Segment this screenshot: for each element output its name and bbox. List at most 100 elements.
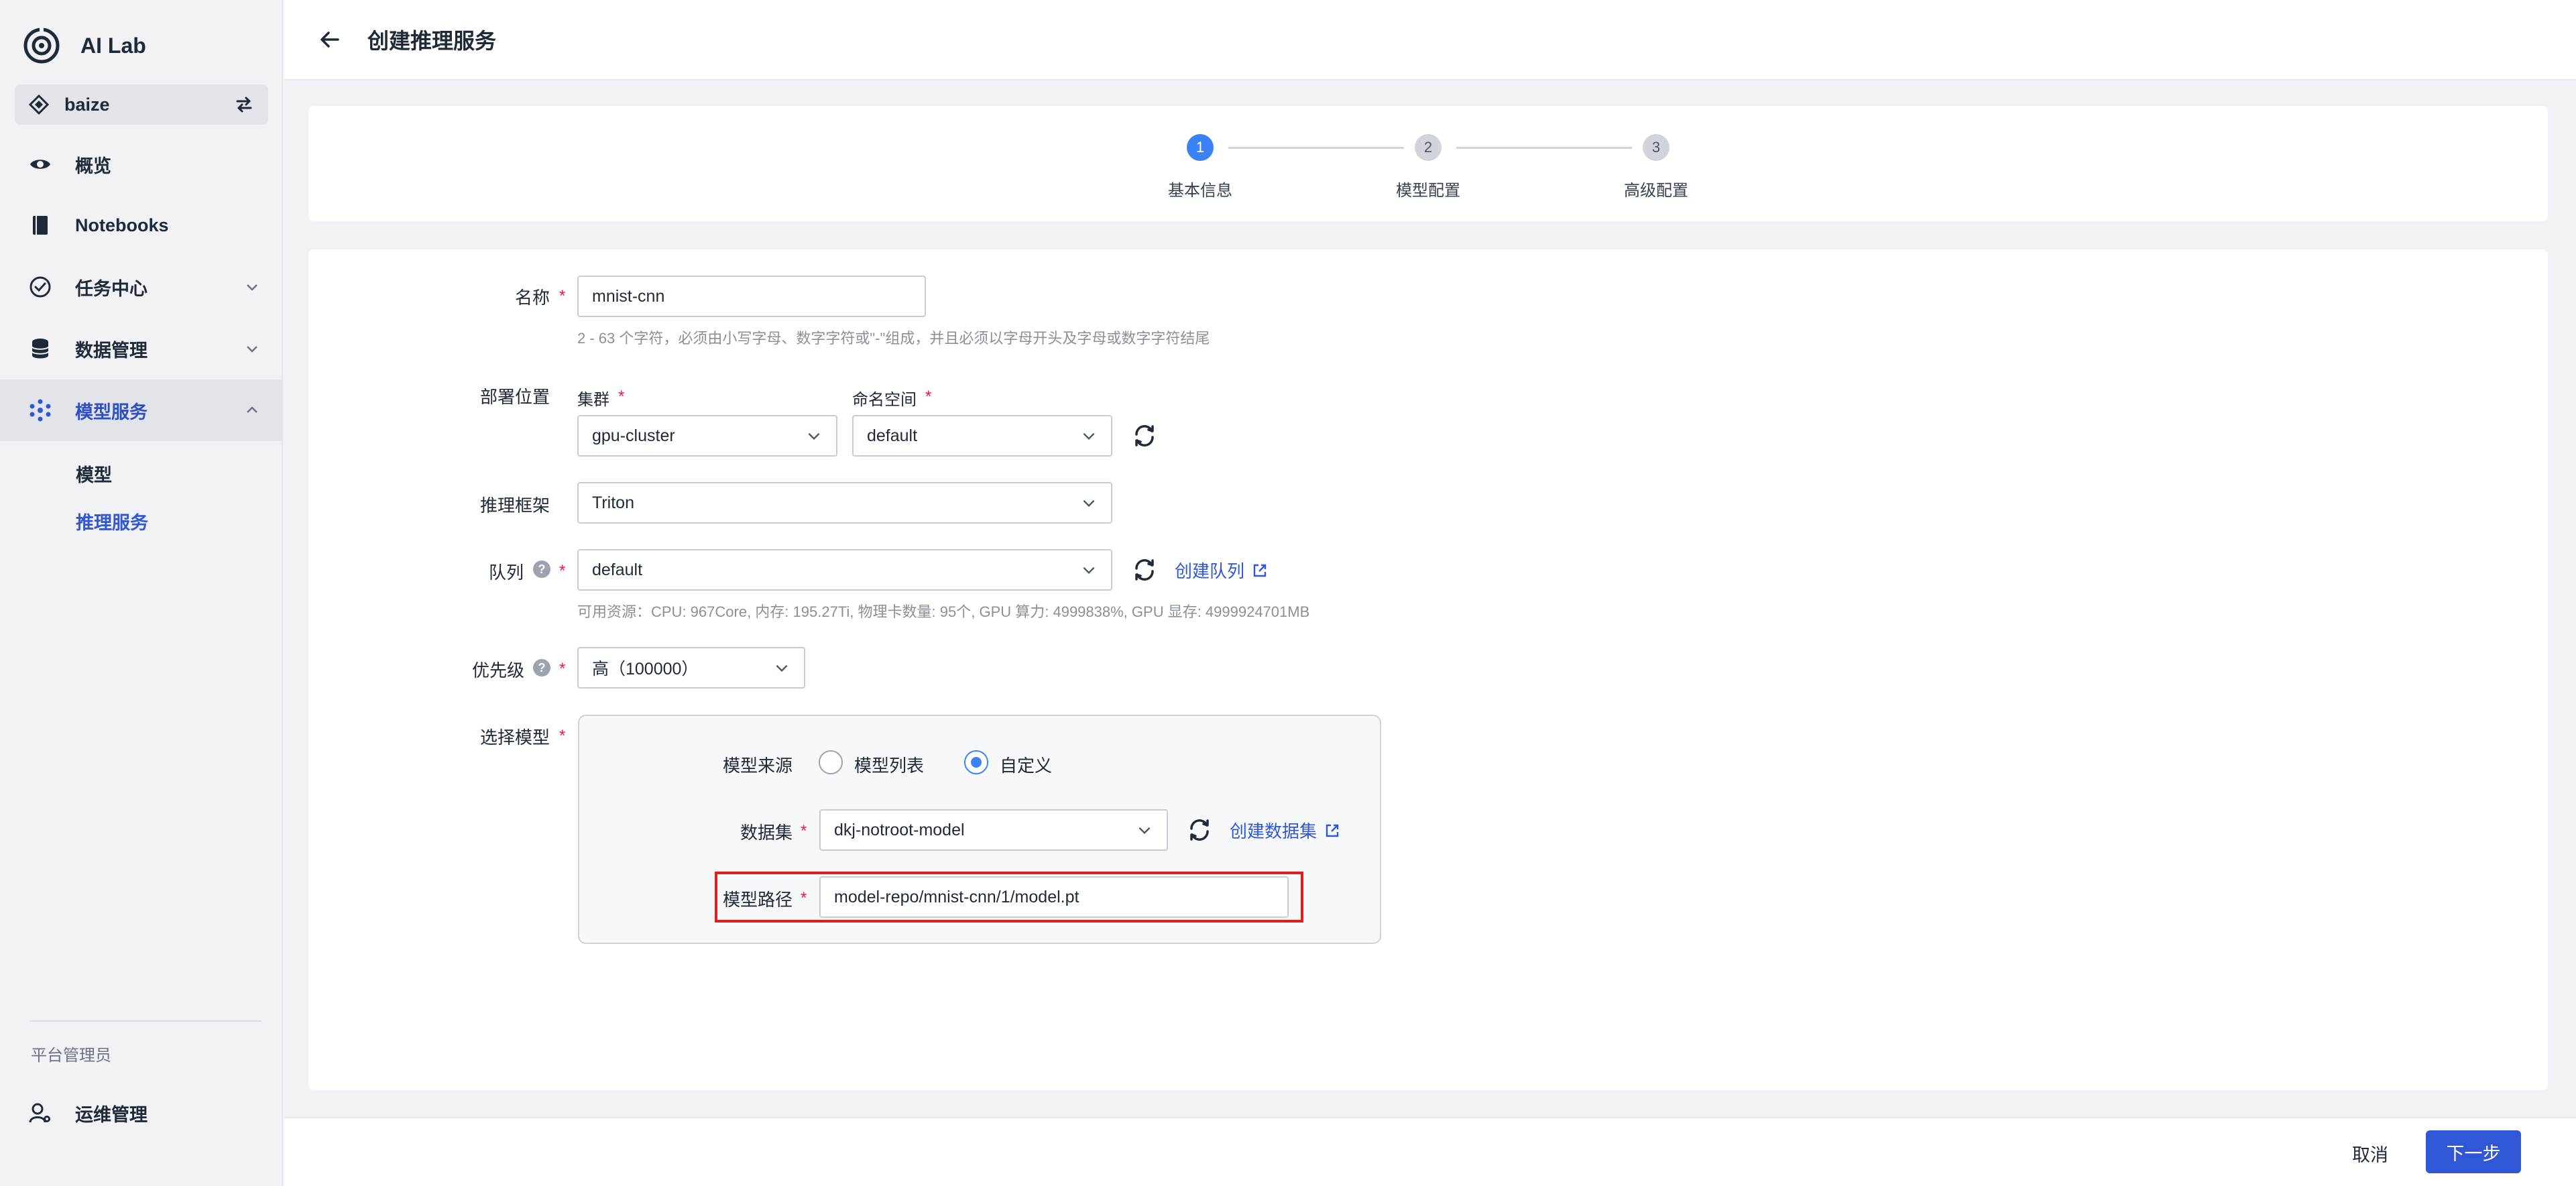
external-link-icon	[1326, 824, 1339, 837]
dataset-select[interactable]: dkj-notroot-model	[819, 809, 1168, 851]
required-mark: *	[559, 727, 566, 745]
sidebar-item-ops-management[interactable]: 运维管理	[0, 1082, 283, 1144]
switch-arrows-icon[interactable]	[233, 94, 255, 115]
sidebar-divider	[30, 1020, 261, 1022]
queue-label: 队列	[489, 562, 524, 583]
create-queue-link-label: 创建队列	[1175, 561, 1245, 581]
namespace-select[interactable]: default	[852, 415, 1112, 457]
model-path-input[interactable]: model-repo/mnist-cnn/1/model.pt	[819, 876, 1289, 918]
notebook-icon	[33, 216, 48, 235]
workspace-switcher[interactable]: baize	[15, 84, 268, 125]
sidebar: AI Lab baize 概览 Notebooks 任务中心 数据管理 模型服务…	[0, 0, 283, 1186]
create-dataset-link[interactable]: 创建数据集	[1230, 818, 1341, 843]
external-link-icon	[1253, 564, 1267, 577]
step-2-label: 模型配置	[1396, 182, 1460, 200]
model-service-icon	[30, 399, 51, 422]
namespace-label: 命名空间	[852, 391, 917, 409]
sidebar-subitem-models[interactable]: 模型	[76, 461, 112, 487]
cluster-label: 集群	[577, 391, 609, 409]
sidebar-subitem-inference-service[interactable]: 推理服务	[76, 508, 148, 534]
sidebar-item-task-center[interactable]: 任务中心	[0, 256, 283, 318]
sidebar-item-label: Notebooks	[75, 215, 169, 235]
step-3-indicator: 3	[1643, 134, 1670, 161]
sidebar-item-label: 概览	[75, 156, 111, 176]
refresh-icon[interactable]	[1130, 556, 1159, 584]
create-queue-link[interactable]: 创建队列	[1175, 558, 1269, 583]
brand[interactable]: AI Lab	[23, 24, 146, 67]
queue-select[interactable]: default	[577, 549, 1112, 591]
required-mark: *	[559, 562, 566, 580]
step-3-label: 高级配置	[1624, 182, 1688, 200]
namespace-select-value: default	[867, 426, 918, 445]
chevron-down-icon	[1083, 432, 1095, 440]
deploy-location-label: 部署位置	[480, 387, 550, 407]
eye-icon	[30, 160, 50, 169]
page-title: 创建推理服务	[367, 29, 497, 53]
priority-label: 优先级	[472, 660, 525, 680]
ops-gear-icon	[29, 1103, 50, 1123]
framework-label: 推理框架	[480, 495, 550, 516]
radio-custom[interactable]	[964, 750, 988, 774]
sidebar-item-overview[interactable]: 概览	[0, 133, 283, 195]
priority-select[interactable]: 高（100000）	[577, 647, 805, 689]
step-1-indicator: 1	[1187, 134, 1214, 161]
next-step-button[interactable]: 下一步	[2426, 1130, 2521, 1173]
required-mark: *	[801, 822, 807, 840]
radio-model-list-label: 模型列表	[854, 756, 925, 776]
model-source-label: 模型来源	[723, 756, 793, 776]
sidebar-item-label: 任务中心	[75, 278, 148, 299]
required-mark: *	[925, 388, 932, 406]
workspace-name: baize	[64, 94, 110, 115]
chevron-down-icon	[776, 664, 788, 672]
sidebar-item-label: 数据管理	[75, 340, 148, 361]
database-icon	[32, 339, 49, 359]
required-mark: *	[559, 660, 566, 678]
queue-select-value: default	[592, 560, 643, 579]
chevron-up-icon	[247, 406, 257, 413]
chevron-down-icon	[808, 432, 820, 440]
required-mark: *	[618, 388, 625, 406]
step-2-indicator: 2	[1415, 134, 1442, 161]
dataset-select-value: dkj-notroot-model	[834, 820, 965, 839]
chevron-down-icon	[1138, 827, 1151, 835]
cluster-select-value: gpu-cluster	[592, 426, 675, 445]
dataset-label: 数据集	[740, 823, 793, 843]
sidebar-item-model-service[interactable]: 模型服务	[0, 379, 283, 441]
framework-select-value: Triton	[592, 493, 634, 512]
required-mark: *	[559, 287, 566, 305]
help-icon[interactable]: ?	[533, 560, 550, 578]
sidebar-item-notebooks[interactable]: Notebooks	[0, 194, 283, 256]
radio-custom-label: 自定义	[1000, 756, 1053, 776]
task-check-icon	[30, 276, 51, 298]
app-name: AI Lab	[80, 33, 146, 58]
select-model-label: 选择模型	[480, 727, 550, 748]
help-icon[interactable]: ?	[533, 659, 550, 676]
step-connector	[1228, 147, 1404, 149]
back-arrow-icon[interactable]	[318, 27, 342, 52]
refresh-icon[interactable]	[1185, 816, 1214, 844]
chevron-down-icon	[1083, 567, 1095, 575]
chevron-down-icon	[1083, 499, 1095, 508]
required-mark: *	[801, 889, 807, 907]
model-path-label: 模型路径	[723, 890, 793, 910]
step-connector	[1456, 147, 1632, 149]
workspace-diamond-icon	[28, 94, 50, 115]
name-hint: 2 - 63 个字符，必须由小写字母、数字字符或"-"组成，并且必须以字母开头及…	[577, 330, 1210, 347]
name-input[interactable]: mnist-cnn	[577, 276, 926, 317]
sidebar-item-label: 运维管理	[75, 1104, 148, 1125]
name-label: 名称	[515, 288, 550, 308]
sidebar-item-label: 模型服务	[75, 402, 148, 422]
create-dataset-link-label: 创建数据集	[1230, 821, 1318, 841]
cancel-button[interactable]: 取消	[2337, 1136, 2404, 1170]
sidebar-item-data-management[interactable]: 数据管理	[0, 318, 283, 379]
chevron-down-icon	[247, 284, 257, 291]
cluster-select[interactable]: gpu-cluster	[577, 415, 837, 457]
queue-resources-hint: 可用资源：CPU: 967Core, 内存: 195.27Ti, 物理卡数量: …	[577, 603, 1310, 620]
radio-model-list[interactable]	[819, 750, 843, 774]
page-header: 创建推理服务	[284, 0, 2576, 80]
framework-select[interactable]: Triton	[577, 482, 1112, 524]
priority-select-value: 高（100000）	[592, 660, 699, 678]
ai-lab-logo-icon	[23, 27, 60, 64]
refresh-icon[interactable]	[1130, 422, 1159, 450]
chevron-down-icon	[247, 346, 257, 353]
